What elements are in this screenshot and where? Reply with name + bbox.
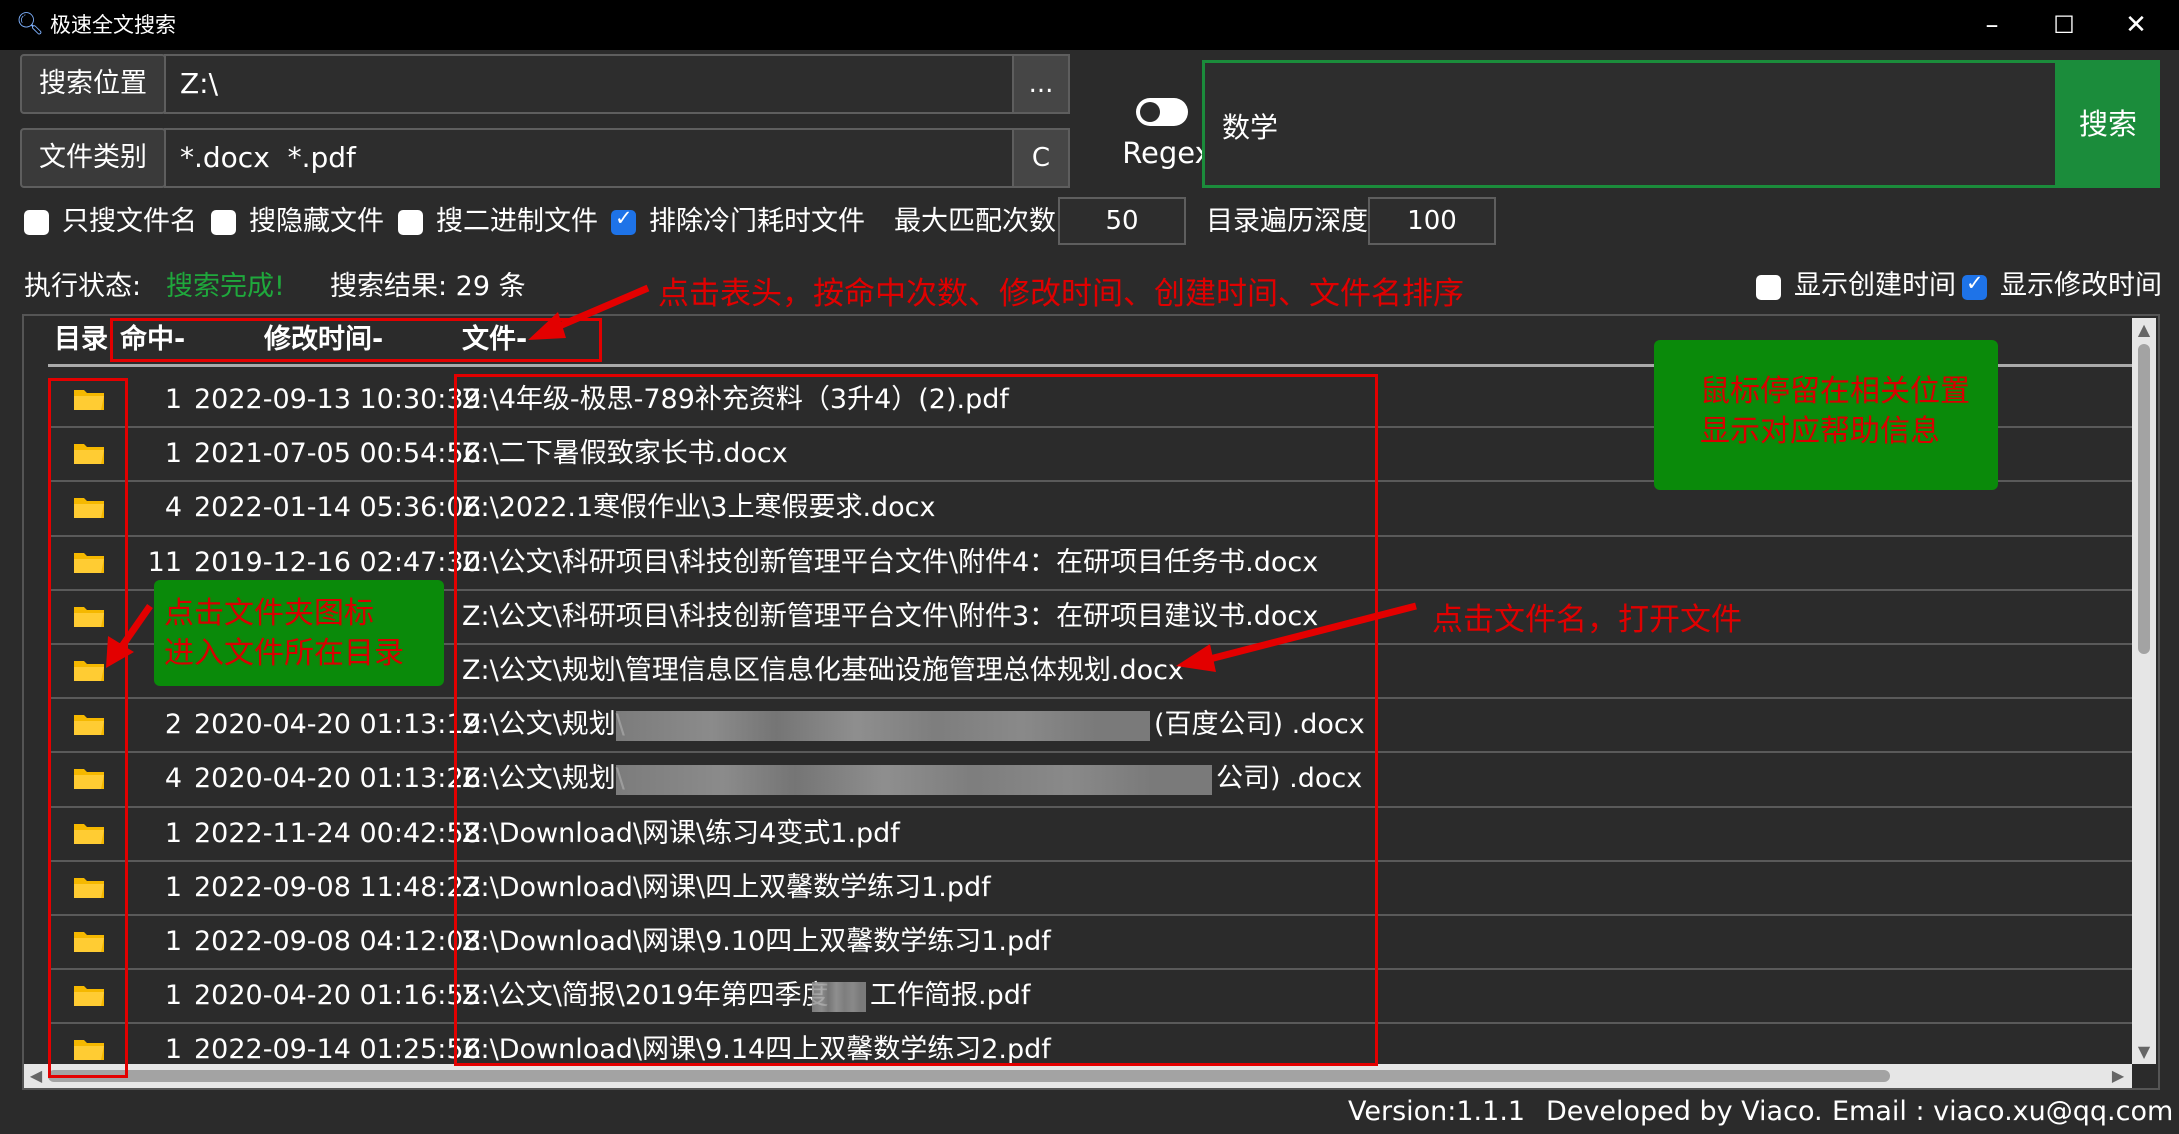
title-bar: [0, 0, 2179, 50]
hover-hint-line2: 显示对应帮助信息: [1700, 414, 1940, 449]
only-filename-checkbox[interactable]: [24, 210, 49, 235]
folder-hint-arrow-icon: [106, 604, 153, 668]
maximize-button[interactable]: ☐: [2028, 0, 2100, 50]
file-type-label: 文件类别: [20, 128, 166, 188]
email-label: Email : viaco.xu@qq.com: [1832, 1096, 2174, 1127]
search-button[interactable]: 搜索: [2056, 60, 2160, 188]
magnifier-app-icon: 🔍︎: [16, 12, 44, 37]
hits-cell: 11: [147, 546, 182, 578]
result-count: 搜索结果: 29 条: [330, 271, 526, 302]
show-created-label: 显示创建时间: [1794, 270, 1956, 301]
hits-cell: 4: [164, 492, 182, 524]
show-modified-checkbox[interactable]: [1962, 271, 1987, 300]
open-file-hint-annotation: 点击文件名，打开文件: [1432, 602, 1742, 638]
minimize-button[interactable]: –: [1956, 0, 2028, 50]
search-location-label: 搜索位置: [20, 54, 166, 114]
search-location-input[interactable]: Z:\: [164, 54, 1014, 114]
hits-cell: 1: [164, 926, 182, 957]
exclude-slow-checkbox[interactable]: [611, 206, 636, 235]
modified-time-cell: 2019-12-16 02:47:30: [194, 546, 481, 578]
binary-files-label: 搜二进制文件: [436, 206, 598, 237]
depth-label: 目录遍历深度: [1206, 206, 1368, 237]
file-type-input[interactable]: *.docx *.pdf: [164, 128, 1014, 188]
modified-time-cell: 2021-07-05 00:54:56: [194, 438, 481, 470]
hidden-files-label: 搜隐藏文件: [249, 206, 384, 237]
close-button[interactable]: ✕: [2100, 0, 2172, 50]
only-filename-label: 只搜文件名: [62, 206, 197, 237]
modified-time-cell: 2020-04-20 01:13:19: [194, 709, 481, 741]
developer-label: Developed by Viaco.: [1546, 1096, 1823, 1127]
max-match-input[interactable]: 50: [1058, 197, 1186, 245]
hits-cell: 1: [164, 817, 182, 849]
modified-time-cell: 2022-09-08 04:12:08: [194, 926, 481, 957]
scroll-right-arrow-icon[interactable]: ▶: [2106, 1064, 2130, 1088]
keyword-input[interactable]: [1202, 60, 2058, 188]
hits-cell: 2: [164, 709, 182, 741]
keyword-value: 数学: [1222, 111, 1279, 144]
show-created-checkbox[interactable]: [1756, 275, 1781, 300]
scroll-left-arrow-icon[interactable]: ◀: [24, 1064, 48, 1088]
file-column-highlight-box: [454, 374, 1378, 1066]
modified-time-cell: 2022-09-13 10:30:39: [194, 384, 481, 415]
modified-time-cell: 2022-11-24 00:42:58: [194, 817, 481, 849]
column-header-dir[interactable]: 目录: [54, 318, 108, 362]
hits-cell: 1: [164, 871, 182, 903]
folder-column-highlight-box: [48, 378, 128, 1078]
exec-status-label: 执行状态:: [24, 271, 142, 302]
show-modified-label: 显示修改时间: [2000, 270, 2162, 301]
hits-cell: 1: [164, 980, 182, 1012]
regex-toggle-knob: [1140, 102, 1160, 122]
exclude-slow-label: 排除冷门耗时文件: [649, 206, 865, 237]
modified-time-cell: 2020-04-20 01:16:55: [194, 980, 481, 1012]
window-title: 极速全文搜索: [50, 13, 176, 37]
depth-input[interactable]: 100: [1368, 197, 1496, 245]
version-label: Version:1.1.1: [1348, 1096, 1526, 1127]
folder-hint-line1: 点击文件夹图标: [164, 596, 374, 631]
scroll-up-arrow-icon[interactable]: ▲: [2132, 318, 2156, 342]
sort-hint-arrow-icon: [528, 284, 650, 340]
vertical-scroll-thumb[interactable]: [2138, 344, 2150, 654]
exec-status-value: 搜索完成!: [166, 271, 285, 302]
hover-hint-line1: 鼠标停留在相关位置: [1700, 374, 1970, 409]
folder-hint-line2: 进入文件所在目录: [164, 636, 404, 671]
hidden-files-checkbox[interactable]: [211, 210, 236, 235]
max-match-label: 最大匹配次数: [894, 206, 1056, 237]
hits-cell: 1: [164, 384, 182, 415]
modified-time-cell: 2022-01-14 05:36:06: [194, 492, 481, 524]
hits-cell: 4: [164, 763, 182, 795]
binary-files-checkbox[interactable]: [398, 210, 423, 235]
sort-hint-annotation: 点击表头，按命中次数、修改时间、创建时间、文件名排序: [658, 276, 1464, 312]
clear-type-button[interactable]: C: [1012, 128, 1070, 188]
modified-time-cell: 2020-04-20 01:13:26: [194, 763, 481, 795]
scroll-down-arrow-icon[interactable]: ▼: [2132, 1040, 2156, 1064]
open-file-hint-arrow-icon: [1176, 602, 1417, 672]
modified-time-cell: 2022-09-08 11:48:23: [194, 871, 481, 903]
horizontal-scroll-thumb[interactable]: [48, 1070, 1890, 1082]
hits-cell: 1: [164, 438, 182, 470]
browse-button[interactable]: ...: [1012, 54, 1070, 114]
